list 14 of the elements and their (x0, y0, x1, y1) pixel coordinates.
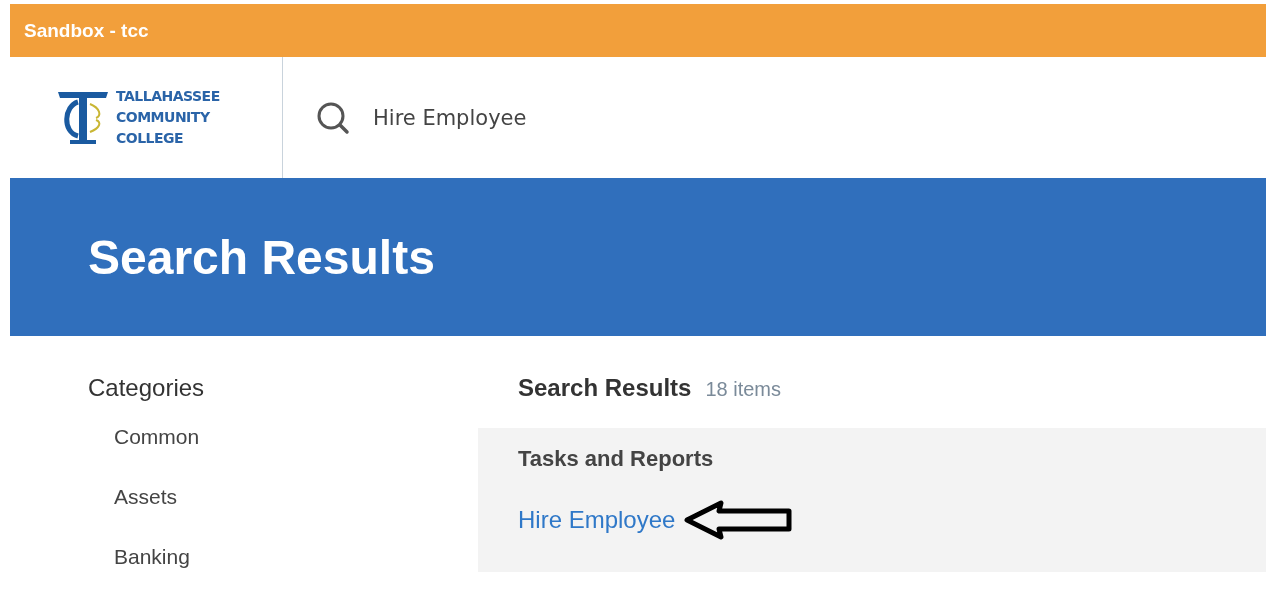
category-link[interactable]: Banking (88, 544, 478, 592)
college-name: COMMUNITY (116, 108, 211, 127)
result-link[interactable]: Hire Employee (518, 506, 676, 534)
results-heading: Search Results (518, 374, 692, 402)
search-field[interactable]: Hire Employee (371, 104, 775, 131)
environment-title: Sandbox - tcc (24, 19, 149, 42)
group-heading: Tasks and Reports (518, 446, 715, 472)
page-title: Search Results (88, 229, 435, 285)
college-name: COLLEGE (116, 129, 185, 148)
categories-heading: Categories (88, 374, 206, 402)
category-link[interactable]: Common (88, 424, 478, 484)
results-count: 18 items (705, 378, 781, 401)
college-name: TALLAHASSEE (116, 87, 220, 106)
category-link[interactable]: Assets (88, 484, 478, 544)
